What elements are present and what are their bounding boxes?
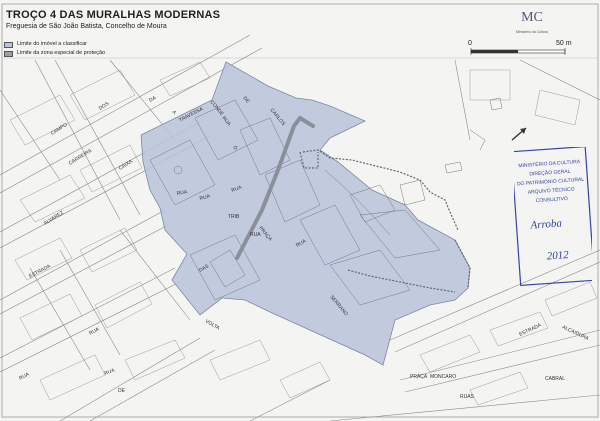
stamp-text-line: DO PATRIMÓNIO CULTURAL bbox=[517, 176, 585, 188]
street-label: MONCARO bbox=[430, 374, 456, 380]
street-label: RUA bbox=[250, 232, 261, 238]
stamp-text-line: ARQUIVO TÉCNICO bbox=[528, 185, 575, 195]
scale-end-label: 50 m bbox=[556, 40, 572, 47]
north-arrow bbox=[511, 127, 527, 141]
ministry-logo: MC bbox=[521, 10, 543, 25]
street-label: PRAÇA bbox=[410, 374, 428, 380]
street-label: DA bbox=[148, 95, 158, 104]
street-label: RUA bbox=[88, 326, 101, 337]
street-label: CAMPO bbox=[50, 122, 69, 137]
stamp-text-line: CONSULTIVO bbox=[536, 196, 569, 204]
street-label: A bbox=[170, 109, 177, 116]
stamp-handwriting: Arroba bbox=[529, 217, 563, 231]
legend-row-protection: Limite da zona especial de proteção bbox=[4, 49, 105, 58]
legend-row-monument: Limite do imóvel a classificar bbox=[4, 40, 105, 49]
official-stamp: MINISTÉRIO DA CULTURADIREÇÃO GERALDO PAT… bbox=[514, 147, 592, 287]
street-label: VOLTA bbox=[204, 319, 221, 332]
street-label: TRIB bbox=[228, 214, 240, 220]
street-label: RUAS bbox=[460, 394, 475, 400]
legend: Limite do imóvel a classificar Limite da… bbox=[4, 40, 105, 58]
street-label: CARREIRA bbox=[68, 148, 94, 167]
stamp-text-line: MINISTÉRIO DA CULTURA bbox=[518, 158, 581, 169]
ministry-logo-caption: Ministério da Cultura bbox=[515, 30, 549, 34]
street-label: DOS bbox=[98, 101, 111, 112]
legend-swatch-monument bbox=[4, 41, 13, 48]
stamp-handwriting: 2012 bbox=[546, 249, 569, 263]
legend-label-monument: Limite do imóvel a classificar bbox=[17, 41, 87, 47]
street-label: RUA bbox=[18, 371, 31, 382]
map-subtitle: Freguesia de São João Batista, Concelho … bbox=[6, 23, 167, 30]
protection-zone bbox=[140, 61, 471, 366]
map-sheet: CAMPO DOS ALVAREZ CAIXA ESTRADA TRAVESSA DA CAR… bbox=[0, 0, 600, 421]
stamp-text-line: DIREÇÃO GERAL bbox=[529, 168, 571, 178]
scale-bar bbox=[470, 48, 566, 55]
street-label: ESTRADA bbox=[518, 322, 543, 338]
map-title: TROÇO 4 DAS MURALHAS MODERNAS bbox=[6, 9, 221, 21]
scale-start-label: 0 bbox=[468, 40, 472, 47]
street-label: CABRAL bbox=[545, 376, 565, 382]
legend-label-protection: Limite da zona especial de proteção bbox=[17, 50, 106, 56]
street-label: DE bbox=[118, 388, 126, 394]
map-canvas: CAMPODOSALVAREZCAIXAESTRADATRAVESSADACAR… bbox=[0, 3, 600, 421]
street-label: CAIXA bbox=[118, 158, 134, 171]
legend-swatch-protection bbox=[4, 50, 13, 57]
street-label: ALVAREZ bbox=[43, 210, 65, 227]
street-label: RUA bbox=[104, 367, 117, 376]
